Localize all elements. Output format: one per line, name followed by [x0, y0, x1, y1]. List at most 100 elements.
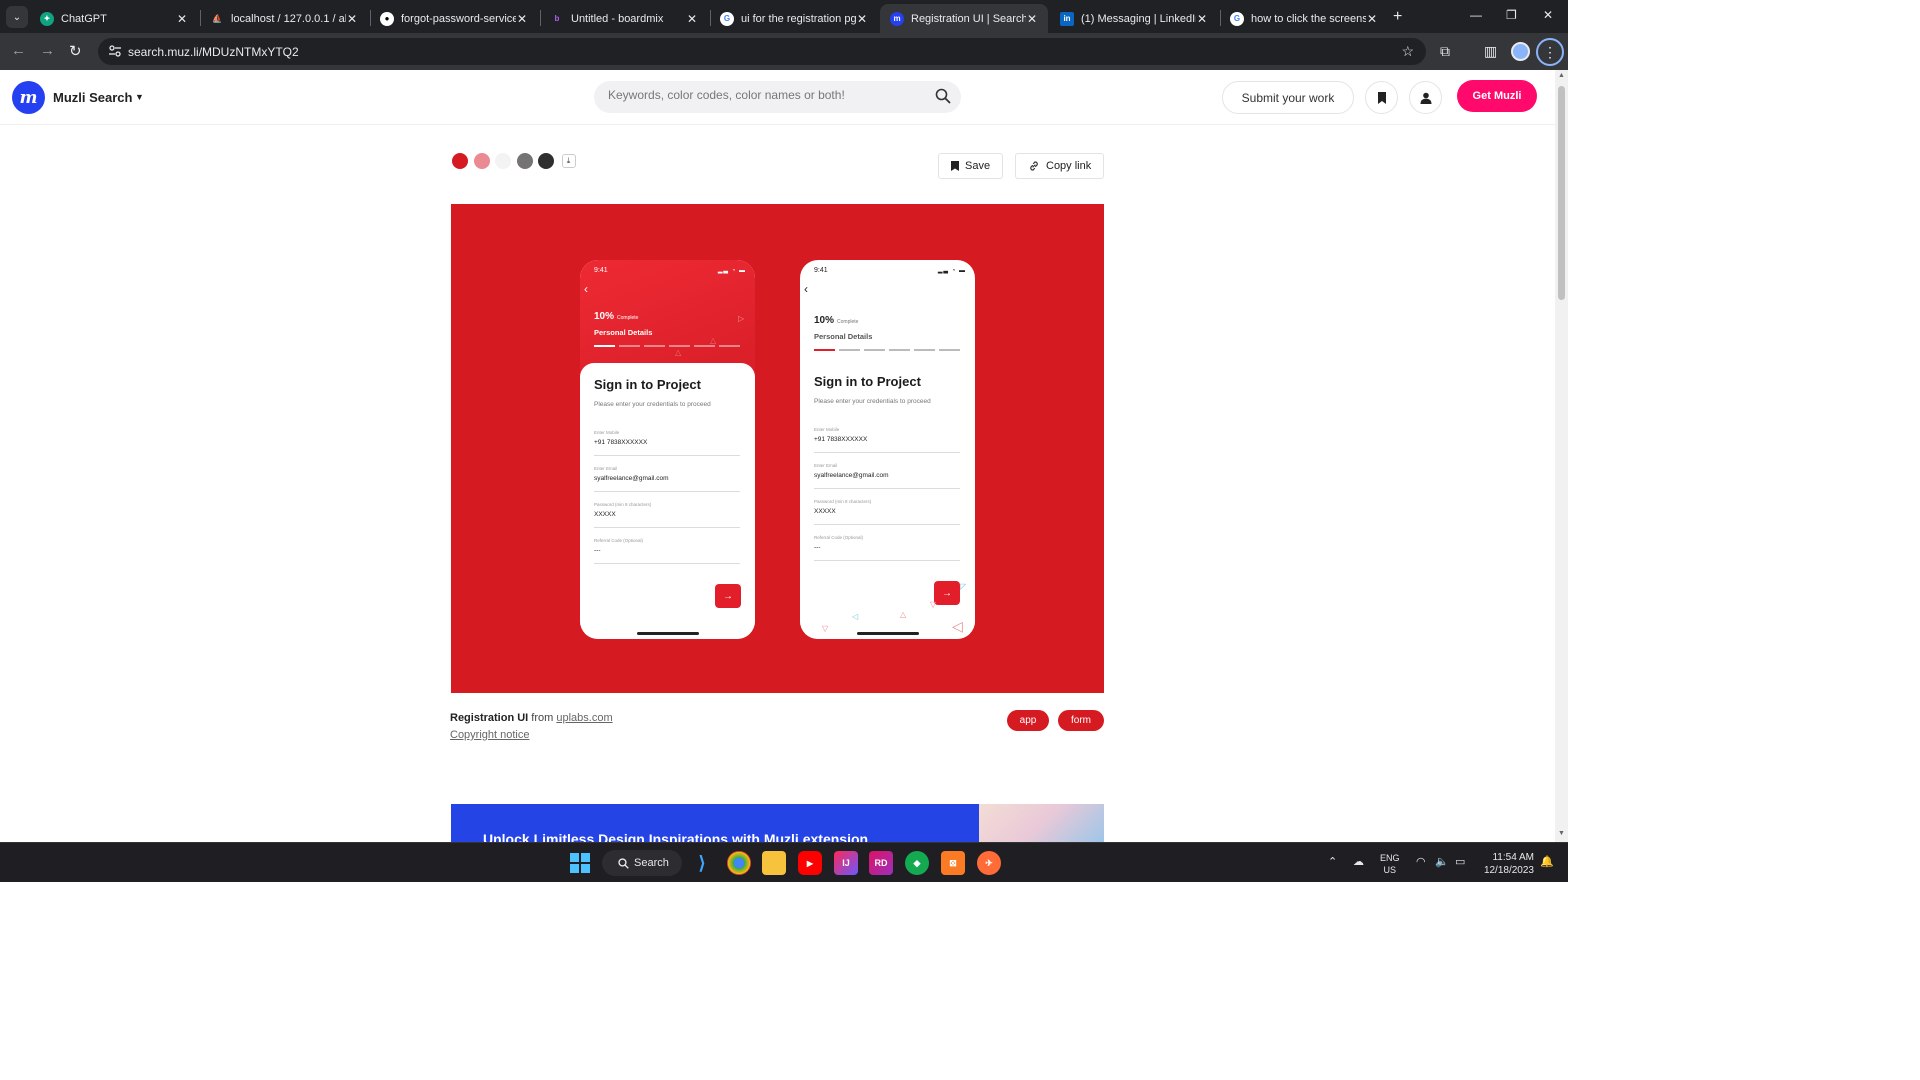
triangle-decoration: △: [675, 348, 682, 357]
source-link[interactable]: uplabs.com: [556, 712, 612, 724]
design-preview-image[interactable]: 9:41 ▂▃ ◔ ▬ ‹ 10% Complete Personal Detai…: [451, 204, 1104, 693]
bookmark-star-icon[interactable]: ☆: [1401, 43, 1414, 60]
scroll-down-icon[interactable]: ▼: [1558, 830, 1565, 837]
copy-link-label: Copy link: [1046, 160, 1092, 172]
window-close-button[interactable]: ✕: [1543, 8, 1553, 22]
close-icon[interactable]: ✕: [176, 12, 188, 26]
bookmark-icon: [1377, 91, 1386, 104]
wifi-icon[interactable]: ◠: [1416, 855, 1426, 868]
account-button[interactable]: [1409, 81, 1442, 114]
page-scrollbar[interactable]: ▲ ▼: [1555, 70, 1568, 842]
site-info-icon[interactable]: [108, 44, 122, 58]
section-title: Personal Details: [814, 332, 873, 341]
tab-title: Registration UI | Search b: [911, 12, 1026, 25]
postman-icon[interactable]: ✈: [977, 851, 1001, 875]
language-indicator[interactable]: ENG US: [1380, 852, 1400, 876]
chevron-up-icon[interactable]: ⌃: [1328, 855, 1337, 868]
minimize-button[interactable]: —: [1470, 8, 1482, 22]
palette-swatch[interactable]: [538, 153, 554, 169]
google-icon: G: [720, 11, 734, 26]
progress-percent: 10% Complete: [594, 311, 639, 322]
close-icon[interactable]: ✕: [686, 12, 698, 26]
reload-icon[interactable]: ↻: [69, 42, 82, 60]
profile-avatar[interactable]: [1511, 42, 1530, 61]
tab-title: (1) Messaging | LinkedIn: [1081, 12, 1196, 25]
xampp-icon[interactable]: ⊠: [941, 851, 965, 875]
vscode-icon[interactable]: ⟩: [690, 851, 714, 875]
restore-button[interactable]: ❐: [1506, 8, 1517, 22]
volume-icon[interactable]: 🔈: [1435, 855, 1449, 868]
tab-search-button[interactable]: ⌄: [6, 6, 28, 28]
chevron-down-icon[interactable]: ▼: [135, 92, 144, 102]
chrome-menu-icon[interactable]: ⋮: [1536, 38, 1564, 66]
palette-swatch[interactable]: [473, 153, 490, 169]
tab-linkedin[interactable]: in (1) Messaging | LinkedIn ✕: [1050, 4, 1218, 33]
search-icon[interactable]: [935, 88, 951, 104]
tab-google-registration[interactable]: G ui for the registration pge ✕: [710, 4, 878, 33]
get-muzli-button[interactable]: Get Muzli: [1457, 80, 1537, 112]
site-header: m Muzli Search ▼ Submit your work Get Mu…: [0, 70, 1555, 125]
palette-swatch[interactable]: [495, 153, 511, 169]
extensions-icon[interactable]: ⧉: [1440, 43, 1450, 60]
onedrive-icon[interactable]: ☁: [1353, 855, 1364, 868]
tab-google-screenshot[interactable]: G how to click the screensh ✕: [1220, 4, 1388, 33]
save-button[interactable]: Save: [938, 153, 1004, 179]
tab-phpmyadmin[interactable]: ⛵ localhost / 127.0.0.1 / abs ✕: [200, 4, 368, 33]
email-field: Enter Email syalfreelance@gmail.com: [594, 466, 740, 492]
address-bar[interactable]: search.muz.li/MDUzNTMxYTQ2 ☆: [98, 38, 1426, 65]
copyright-notice-link[interactable]: Copyright notice: [450, 729, 530, 741]
form-title: Sign in to Project: [814, 374, 921, 389]
search-input[interactable]: [608, 88, 928, 102]
status-time: 9:41: [594, 267, 608, 274]
form-subtitle: Please enter your credentials to proceed: [594, 401, 711, 408]
system-clock[interactable]: 11:54 AM 12/18/2023: [1478, 851, 1534, 877]
rider-icon[interactable]: RD: [869, 851, 893, 875]
intellij-icon[interactable]: IJ: [834, 851, 858, 875]
brand-name[interactable]: Muzli Search: [53, 90, 132, 105]
copy-link-button[interactable]: Copy link: [1015, 153, 1105, 179]
new-tab-button[interactable]: +: [1393, 8, 1402, 26]
tab-github[interactable]: ● forgot-password-service/ ✕: [370, 4, 538, 33]
home-indicator: [637, 632, 699, 635]
form-card: Sign in to Project Please enter your cre…: [580, 363, 755, 639]
palette-swatch[interactable]: [516, 153, 533, 169]
phone-mockup-white: 9:41 ▂▃ ◔ ▬ ‹ 10% Complete Personal Detai…: [800, 260, 975, 639]
taskbar-search[interactable]: Search: [602, 850, 682, 876]
palette-swatch[interactable]: [452, 153, 468, 169]
triangle-decoration: ▽: [822, 624, 829, 633]
extension-promo-banner[interactable]: Unlock Limitless Design Inspirations wit…: [451, 804, 1104, 842]
close-icon[interactable]: ✕: [1196, 12, 1208, 26]
search-icon: [618, 857, 629, 869]
bookmarks-button[interactable]: [1365, 81, 1398, 114]
muzli-logo[interactable]: m: [12, 81, 45, 114]
scrollbar-thumb[interactable]: [1558, 86, 1565, 300]
tab-chatgpt[interactable]: ✦ ChatGPT ✕: [30, 4, 198, 33]
windows-start-icon[interactable]: [568, 851, 592, 875]
tab-registration-ui[interactable]: m Registration UI | Search b ✕: [880, 4, 1048, 33]
back-icon[interactable]: ←: [11, 42, 26, 59]
close-icon[interactable]: ✕: [1366, 12, 1378, 26]
close-icon[interactable]: ✕: [1026, 12, 1038, 26]
tag-app[interactable]: app: [1007, 710, 1049, 731]
caption-from: from: [531, 712, 554, 724]
scroll-up-icon[interactable]: ▲: [1558, 72, 1565, 79]
form-title: Sign in to Project: [594, 377, 701, 392]
tab-boardmix[interactable]: b Untitled - boardmix ✕: [540, 4, 708, 33]
close-icon[interactable]: ✕: [516, 12, 528, 26]
forward-icon[interactable]: →: [40, 42, 55, 59]
submit-work-button[interactable]: Submit your work: [1222, 81, 1354, 114]
download-icon[interactable]: ⤓: [561, 154, 576, 168]
side-panel-icon[interactable]: ▥: [1484, 43, 1497, 60]
close-icon[interactable]: ✕: [856, 12, 868, 26]
notification-bell-icon[interactable]: 🔔: [1540, 855, 1554, 868]
form-subtitle: Please enter your credentials to proceed: [814, 398, 931, 405]
arrow-right-icon: →: [715, 584, 741, 608]
tag-form[interactable]: form: [1058, 710, 1104, 731]
mongodb-icon[interactable]: ◆: [905, 851, 929, 875]
close-icon[interactable]: ✕: [346, 12, 358, 26]
chrome-icon[interactable]: [727, 851, 751, 875]
battery-icon[interactable]: ▭: [1455, 855, 1465, 868]
arrow-right-icon: →: [934, 581, 960, 605]
youtube-icon[interactable]: ▶: [798, 851, 822, 875]
file-explorer-icon[interactable]: [762, 851, 786, 875]
